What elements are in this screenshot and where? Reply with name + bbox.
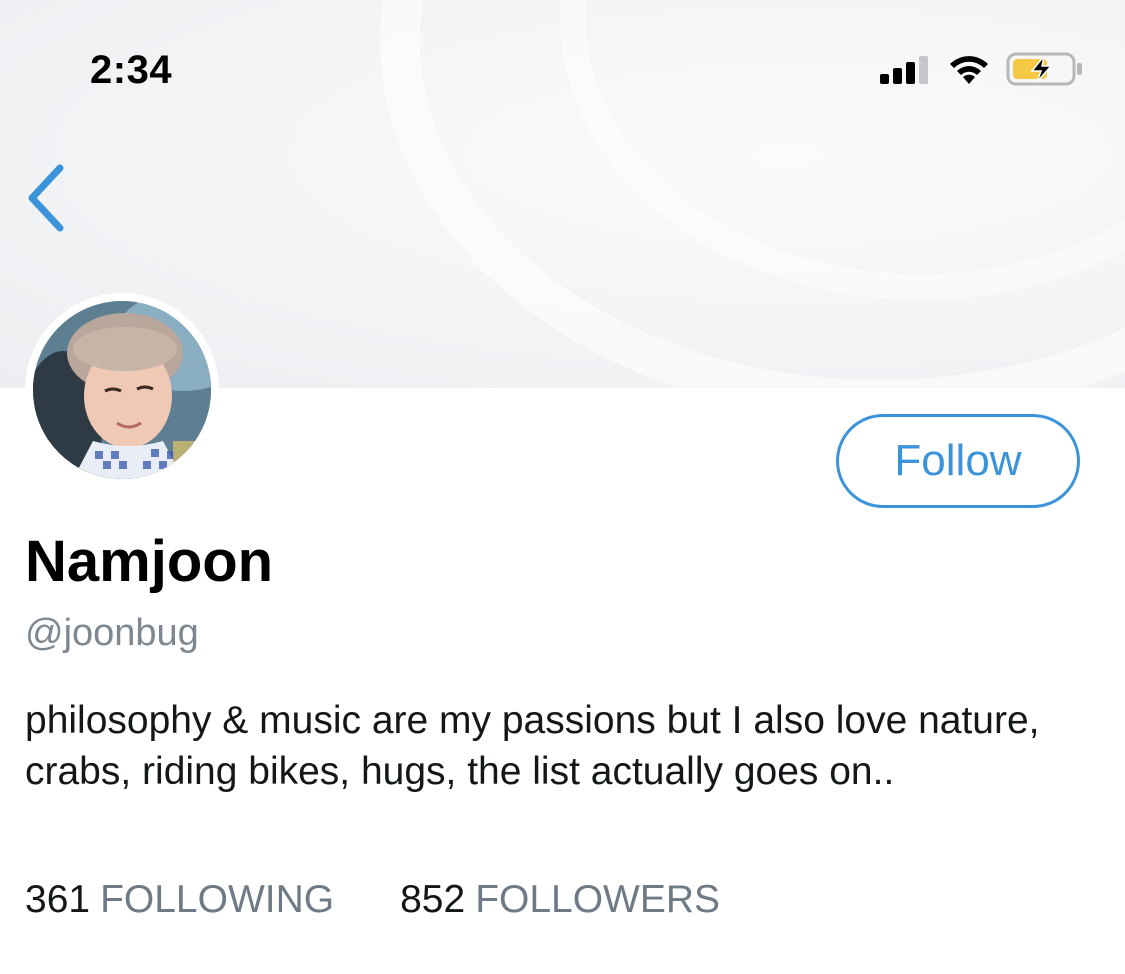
following-label: FOLLOWING <box>100 878 335 921</box>
following-count: 361 <box>25 878 91 921</box>
avatar-photo <box>33 301 211 479</box>
cellular-signal-icon <box>880 56 932 84</box>
follow-button[interactable]: Follow <box>836 414 1080 508</box>
followers-count: 852 <box>400 878 466 921</box>
profile-stats: 361 FOLLOWING 852 FOLLOWERS <box>25 878 720 922</box>
wifi-icon <box>950 56 988 84</box>
followers-stat[interactable]: 852 FOLLOWERS <box>400 878 720 922</box>
back-chevron-icon[interactable] <box>20 160 70 236</box>
display-name: Namjoon <box>25 529 274 594</box>
following-stat[interactable]: 361 FOLLOWING <box>25 878 334 922</box>
profile-bio: philosophy & music are my passions but I… <box>25 699 1040 793</box>
avatar[interactable] <box>25 293 219 487</box>
status-time: 2:34 <box>90 48 173 92</box>
followers-label: FOLLOWERS <box>475 878 721 921</box>
battery-charging-icon <box>1006 52 1082 86</box>
profile-screen: 2:34 Follow Namjoon @joonbug philosophy … <box>0 0 1125 974</box>
user-handle: @joonbug <box>25 612 199 654</box>
